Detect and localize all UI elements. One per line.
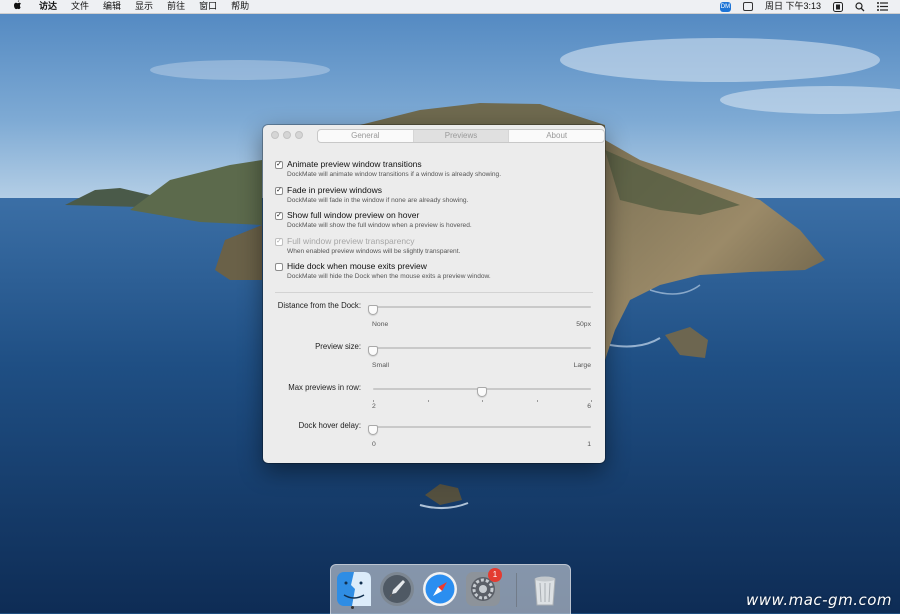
menu-file[interactable]: 文件 bbox=[64, 0, 96, 13]
status-box-icon[interactable] bbox=[737, 2, 759, 11]
close-window-button[interactable] bbox=[271, 131, 279, 139]
section-divider bbox=[275, 292, 593, 293]
system-preferences-badge: 1 bbox=[488, 568, 502, 582]
slider-min-label: 2 bbox=[372, 403, 376, 410]
finder-icon[interactable] bbox=[336, 571, 372, 607]
slider-tick bbox=[591, 400, 592, 402]
max-previews-slider-row: Max previews in row: 2 6 bbox=[263, 383, 605, 423]
slider-max-label: Large bbox=[573, 362, 591, 369]
slider-tick bbox=[536, 400, 538, 402]
tab-general[interactable]: General bbox=[318, 130, 414, 142]
finder-running-indicator bbox=[351, 606, 354, 609]
preview-size-slider-row: Preview size: Small Large bbox=[263, 342, 605, 382]
dock-hover-delay-slider-row: Dock hover delay: 0 1 bbox=[263, 421, 605, 461]
dock bbox=[330, 564, 571, 614]
minimize-window-button[interactable] bbox=[283, 131, 291, 139]
max-previews-slider[interactable] bbox=[373, 387, 592, 402]
option-title: Animate preview window transitions bbox=[287, 159, 422, 169]
option-hide-dock: Hide dock when mouse exits preview DockM… bbox=[275, 260, 593, 286]
launchpad-icon[interactable] bbox=[379, 571, 415, 607]
zoom-window-button[interactable] bbox=[295, 131, 303, 139]
menu-view[interactable]: 显示 bbox=[128, 0, 160, 13]
slider-tick bbox=[482, 400, 483, 402]
menu-help[interactable]: 帮助 bbox=[224, 0, 256, 13]
slider-max-label: 50px bbox=[576, 321, 591, 328]
safari-icon[interactable] bbox=[422, 571, 458, 607]
slider-label: Preview size: bbox=[315, 342, 361, 351]
option-fade-in: ✓ Fade in preview windows DockMate will … bbox=[275, 184, 593, 210]
option-title: Show full window preview on hover bbox=[287, 210, 420, 220]
slider-max-label: 1 bbox=[587, 441, 591, 448]
dock-separator bbox=[516, 573, 517, 607]
slider-label: Distance from the Dock: bbox=[277, 301, 361, 310]
menu-window[interactable]: 窗口 bbox=[192, 0, 224, 13]
menubar-clock[interactable]: 周日 下午3:13 bbox=[759, 0, 827, 13]
tab-about[interactable]: About bbox=[509, 130, 604, 142]
slider-thumb[interactable] bbox=[368, 425, 378, 435]
slider-min-label: Small bbox=[372, 362, 389, 369]
option-preview-transparency: ✓ Full window preview transparency When … bbox=[275, 235, 593, 261]
option-full-preview-on-hover: ✓ Show full window preview on hover Dock… bbox=[275, 209, 593, 235]
menu-bar: 访达 文件 编辑 显示 前往 窗口 帮助 DM 周日 下午3:13 bbox=[0, 0, 900, 14]
user-icon[interactable] bbox=[827, 1, 849, 12]
option-description: DockMate will fade in the window if none… bbox=[287, 196, 469, 204]
slider-thumb[interactable] bbox=[368, 305, 378, 315]
tab-previews[interactable]: Previews bbox=[413, 130, 510, 142]
trash-icon[interactable] bbox=[527, 571, 563, 607]
full-preview-on-hover-checkbox[interactable]: ✓ bbox=[275, 212, 283, 220]
distance-from-dock-slider[interactable] bbox=[368, 305, 591, 315]
dockmate-preferences-window: General Previews About ✓ Animate preview… bbox=[263, 125, 605, 463]
slider-tick bbox=[373, 400, 374, 402]
notification-center-icon[interactable] bbox=[871, 2, 894, 11]
spotlight-search-icon[interactable] bbox=[849, 1, 871, 12]
window-titlebar[interactable]: General Previews About bbox=[263, 125, 605, 147]
option-title: Fade in preview windows bbox=[287, 184, 382, 195]
menu-edit[interactable]: 编辑 bbox=[96, 0, 128, 13]
slider-label: Max previews in row: bbox=[288, 383, 361, 392]
menu-go[interactable]: 前往 bbox=[160, 0, 192, 13]
distance-from-dock-slider-row: Distance from the Dock: None 50px bbox=[263, 301, 605, 341]
menu-app-name[interactable]: 访达 bbox=[32, 0, 64, 13]
option-title: Full window preview transparency bbox=[287, 235, 415, 246]
option-animate-transitions: ✓ Animate preview window transitions Doc… bbox=[275, 158, 593, 184]
slider-min-label: None bbox=[372, 321, 389, 328]
slider-min-label: 0 bbox=[372, 441, 376, 448]
slider-max-label: 6 bbox=[587, 403, 591, 410]
slider-thumb[interactable] bbox=[368, 346, 378, 356]
dock-hover-delay-slider[interactable] bbox=[368, 425, 591, 435]
watermark: www.mac-gm.com bbox=[745, 591, 892, 609]
dockmate-status-icon[interactable]: DM bbox=[714, 1, 737, 12]
hide-dock-checkbox[interactable] bbox=[275, 263, 283, 271]
slider-label: Dock hover delay: bbox=[298, 421, 361, 430]
option-title: Hide dock when mouse exits preview bbox=[287, 261, 427, 271]
previews-options: ✓ Animate preview window transitions Doc… bbox=[275, 158, 593, 286]
preview-size-slider[interactable] bbox=[368, 346, 591, 356]
option-description: DockMate will animate window transitions… bbox=[287, 171, 502, 178]
fade-in-checkbox[interactable]: ✓ bbox=[275, 186, 283, 195]
option-description: DockMate will hide the Dock when the mou… bbox=[287, 273, 491, 280]
animate-transitions-checkbox[interactable]: ✓ bbox=[275, 161, 283, 169]
option-description: When enabled preview windows will be sli… bbox=[287, 247, 461, 255]
option-description: DockMate will show the full window when … bbox=[287, 222, 472, 229]
preview-transparency-checkbox: ✓ bbox=[275, 237, 283, 246]
apple-menu-icon[interactable] bbox=[10, 0, 24, 14]
slider-tick bbox=[427, 400, 429, 402]
slider-thumb[interactable] bbox=[477, 387, 487, 397]
preferences-tab-bar: General Previews About bbox=[317, 129, 605, 143]
